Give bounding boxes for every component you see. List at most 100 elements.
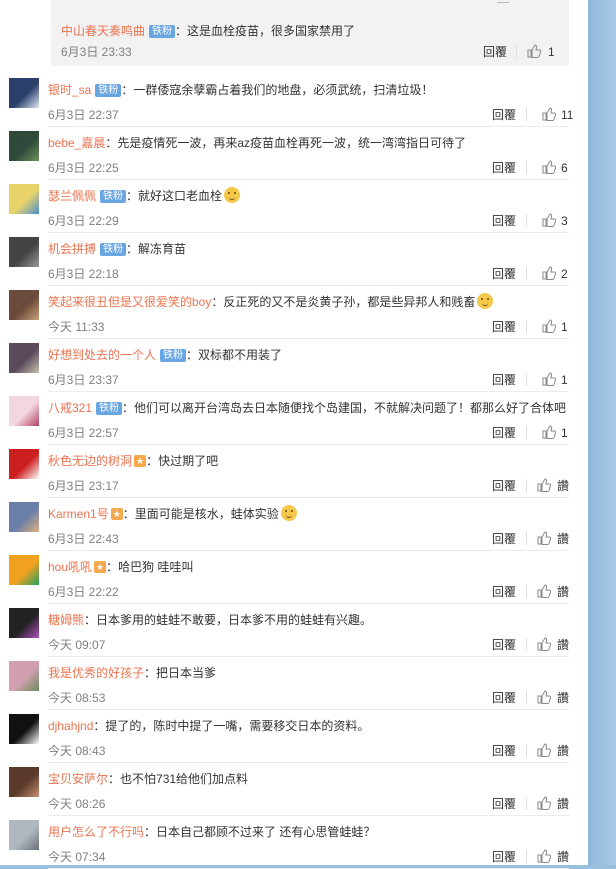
previous-reply-fragment (51, 0, 569, 14)
avatar[interactable] (9, 502, 39, 532)
comment-username[interactable]: 我是优秀的好孩子 (48, 666, 144, 680)
thumbs-up-icon[interactable] (537, 796, 551, 810)
avatar[interactable] (9, 131, 39, 161)
thumbs-up-icon[interactable] (542, 107, 556, 121)
like-count: 6 (561, 161, 568, 175)
reply-username[interactable]: 中山春天奏鸣曲 (61, 24, 145, 38)
thumbs-up-icon[interactable] (542, 266, 556, 280)
thumbs-up-icon[interactable] (537, 637, 551, 651)
like-count: 讚 (557, 638, 570, 652)
reply-button[interactable]: 回覆 (492, 478, 516, 494)
reply-button[interactable]: 回覆 (492, 319, 516, 335)
avatar[interactable] (9, 343, 39, 373)
member-badge-icon: ★ (94, 561, 107, 573)
avatar[interactable] (9, 184, 39, 214)
comment-item: 秋色无边的树洞 ★ ：快过期了吧 6月3日 23:17 回覆 讚 (0, 445, 588, 498)
comment-time: 今天 09:07 (48, 638, 106, 652)
thumbs-up-icon[interactable] (527, 44, 541, 58)
thumbs-up-icon[interactable] (537, 531, 551, 545)
comment-text: ：反正死的又不是炎黄子孙，都是些异邦人和贱畜 (211, 295, 476, 309)
comment-username[interactable]: 机会拼搏 (48, 242, 96, 256)
thumbs-up-icon[interactable] (537, 849, 551, 863)
avatar[interactable] (9, 78, 39, 108)
page-background (588, 0, 616, 865)
comment-username[interactable]: 八戒321 (48, 401, 92, 415)
reply-button[interactable]: 回覆 (492, 425, 516, 441)
comment-line: bebe_嘉晨：先是疫情死一波，再来az疫苗血栓再死一波，统一湾湾指日可待了 (48, 134, 466, 152)
avatar[interactable] (9, 449, 39, 479)
fan-badge: 铁粉 (100, 243, 127, 256)
comment-username[interactable]: 笑起来很丑但是又很爱笑的boy (48, 295, 211, 309)
avatar[interactable] (9, 767, 39, 797)
like-count: 讚 (557, 532, 570, 546)
comment-username[interactable]: bebe_嘉晨 (48, 136, 105, 150)
avatar[interactable] (9, 714, 39, 744)
thumbs-up-icon[interactable] (537, 478, 551, 492)
comment-text: ：哈巴狗 哇哇叫 (106, 560, 194, 574)
comment-username[interactable]: 用户怎么了不行吗 (48, 825, 144, 839)
comment-text: ：日本自己都顾不过来了 还有心思管蛙蛙？ (144, 825, 376, 839)
reply-button[interactable]: 回覆 (483, 44, 507, 60)
comment-panel: 中山春天奏鸣曲 铁粉 ：这是血栓疫苗，很多国家禁用了 6月3日 23:33 回覆 1… (0, 0, 588, 869)
comment-line: 宝贝安萨尔：也不怕731给他们加点料 (48, 770, 248, 788)
comment-line: 秋色无边的树洞 ★ ：快过期了吧 (48, 452, 218, 470)
reply-button[interactable]: 回覆 (492, 266, 516, 282)
comment-time: 今天 08:43 (48, 744, 106, 758)
comment-line: 笑起来很丑但是又很爱笑的boy：反正死的又不是炎黄子孙，都是些异邦人和贱畜 (48, 293, 494, 311)
comment-text: ：解冻育苗 (126, 242, 187, 256)
thumbs-up-icon[interactable] (542, 319, 556, 333)
avatar[interactable] (9, 608, 39, 638)
comment-username[interactable]: 好想到处去的一个人 (48, 348, 156, 362)
comment-username[interactable]: Karmen1号 (48, 507, 109, 521)
reply-button[interactable]: 回覆 (492, 372, 516, 388)
nested-reply-line: 中山春天奏鸣曲 铁粉 ：这是血栓疫苗，很多国家禁用了 (61, 22, 355, 40)
reply-button[interactable]: 回覆 (492, 213, 516, 229)
avatar[interactable] (9, 661, 39, 691)
avatar[interactable] (9, 290, 39, 320)
thumbs-up-icon[interactable] (542, 213, 556, 227)
thumbs-up-icon[interactable] (542, 425, 556, 439)
comment-time: 6月3日 22:25 (48, 161, 119, 175)
reply-button[interactable]: 回覆 (492, 584, 516, 600)
fan-badge: 铁粉 (100, 190, 127, 203)
avatar[interactable] (9, 820, 39, 850)
reply-button[interactable]: 回覆 (492, 637, 516, 653)
comment-text: ：就好这口老血栓 (126, 189, 223, 203)
reply-button[interactable]: 回覆 (492, 160, 516, 176)
comment-username[interactable]: djhahjnd (48, 719, 93, 733)
like-count: 讚 (557, 744, 570, 758)
comment-time: 6月3日 22:22 (48, 585, 119, 599)
comment-username[interactable]: 糖姆熊 (48, 613, 84, 627)
comment-line: 我是优秀的好孩子：把日本当爹 (48, 664, 216, 682)
like-count: 2 (561, 267, 568, 281)
thumbs-up-icon[interactable] (542, 160, 556, 174)
thumbs-up-icon[interactable] (537, 584, 551, 598)
reply-button[interactable]: 回覆 (492, 743, 516, 759)
comment-username[interactable]: 瑟兰佩佩 (48, 189, 96, 203)
thumbs-up-icon[interactable] (542, 372, 556, 386)
reply-button[interactable]: 回覆 (492, 107, 516, 123)
avatar[interactable] (9, 396, 39, 426)
avatar[interactable] (9, 237, 39, 267)
reply-button[interactable]: 回覆 (492, 849, 516, 865)
comment-line: 糖姆熊：日本爹用的蛙蛙不敢要，日本爹不用的蛙蛙有兴趣。 (48, 611, 372, 629)
comment-item: 八戒321 铁粉 ：他们可以离开台湾岛去日本随便找个岛建国，不就解决问题了！都那么好… (0, 392, 588, 445)
like-count: 1 (548, 45, 555, 59)
reply-text: ：这是血栓疫苗，很多国家禁用了 (175, 24, 356, 38)
comment-username[interactable]: 宝贝安萨尔 (48, 772, 108, 786)
reply-button[interactable]: 回覆 (492, 690, 516, 706)
thumbs-up-icon[interactable] (537, 690, 551, 704)
nested-reply: 中山春天奏鸣曲 铁粉 ：这是血栓疫苗，很多国家禁用了 6月3日 23:33 回覆 1 (51, 14, 569, 66)
avatar[interactable] (9, 555, 39, 585)
comment-username[interactable]: hou吼吼 (48, 560, 92, 574)
comment-line: hou吼吼 ★ ：哈巴狗 哇哇叫 (48, 558, 193, 576)
member-badge-icon: ★ (134, 455, 147, 467)
comment-username[interactable]: 银时_sa (48, 83, 91, 97)
reply-button[interactable]: 回覆 (492, 796, 516, 812)
comment-line: 用户怎么了不行吗：日本自己都顾不过来了 还有心思管蛙蛙？ (48, 823, 375, 841)
thumbs-up-icon[interactable] (537, 743, 551, 757)
comment-username[interactable]: 秋色无边的树洞 (48, 454, 132, 468)
comment-item: 笑起来很丑但是又很爱笑的boy：反正死的又不是炎黄子孙，都是些异邦人和贱畜 今天… (0, 286, 588, 339)
reply-time: 6月3日 23:33 (61, 45, 132, 59)
reply-button[interactable]: 回覆 (492, 531, 516, 547)
